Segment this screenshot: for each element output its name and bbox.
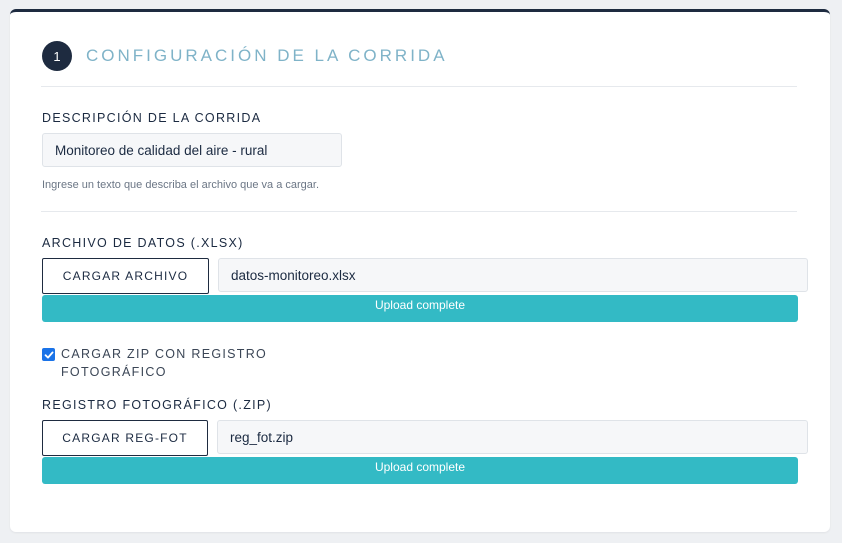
divider [41,211,797,212]
check-icon [44,351,53,358]
description-label: DESCRIPCIÓN DE LA CORRIDA [42,111,262,125]
description-input[interactable]: Monitoreo de calidad del aire - rural [42,133,342,167]
data-file-upload-progress: Upload complete [42,295,798,322]
step-number-badge: 1 [42,41,72,71]
data-file-label: ARCHIVO DE DATOS (.XLSX) [42,236,244,250]
section-title: CONFIGURACIÓN DE LA CORRIDA [86,46,448,65]
zip-option-checkbox[interactable] [42,348,55,361]
zip-option-row[interactable]: CARGAR ZIP CON REGISTRO FOTOGRÁFICO [42,345,291,381]
upload-photo-file-button[interactable]: CARGAR REG-FOT [42,420,208,456]
photo-file-name-field: reg_fot.zip [217,420,808,454]
photo-file-upload-progress: Upload complete [42,457,798,484]
upload-data-file-button[interactable]: CARGAR ARCHIVO [42,258,209,294]
section-header: 1 CONFIGURACIÓN DE LA CORRIDA [42,41,448,71]
description-help-text: Ingrese un texto que describa el archivo… [42,179,320,191]
zip-option-label: CARGAR ZIP CON REGISTRO FOTOGRÁFICO [61,347,268,379]
photo-file-label: REGISTRO FOTOGRÁFICO (.ZIP) [42,398,273,412]
run-config-card: 1 CONFIGURACIÓN DE LA CORRIDA DESCRIPCIÓ… [10,9,830,532]
divider [41,86,797,87]
data-file-name-field: datos-monitoreo.xlsx [218,258,808,292]
